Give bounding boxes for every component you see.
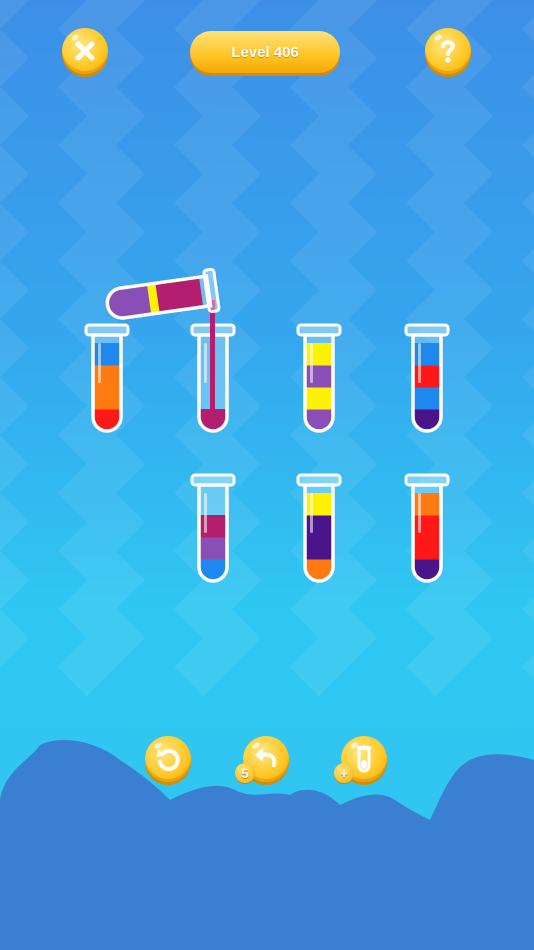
undo-count-badge: 5 (235, 763, 255, 783)
liquid-layer-magenta (199, 515, 227, 538)
liquid-layer-orange (413, 493, 441, 516)
tube-4[interactable] (404, 323, 450, 433)
tube-3[interactable] (296, 323, 342, 433)
liquid-layer-blue (413, 387, 441, 410)
liquid-layer-red (413, 537, 441, 560)
liquid-layer-yellow (305, 343, 333, 366)
liquid-layer-blue (413, 343, 441, 366)
tube-icon (357, 745, 371, 773)
tubes-layer (84, 267, 450, 583)
tube-6[interactable] (296, 473, 342, 583)
liquid-layer-orange (93, 365, 121, 388)
game-board: Level 406 5 + (0, 0, 534, 950)
undo-count: 5 (241, 765, 249, 781)
liquid-layer-purple (199, 537, 227, 560)
liquid-layer-yellow (305, 493, 333, 516)
tube-5[interactable] (190, 473, 236, 583)
add-tube-plus: + (340, 765, 348, 781)
tube-rim (296, 323, 342, 337)
tube-rim (404, 473, 450, 487)
tube-rim (404, 323, 450, 337)
liquid-layer-red (413, 515, 441, 538)
liquid-layer-indigo (305, 537, 333, 560)
restart-button[interactable] (145, 736, 191, 782)
tube-rim (190, 473, 236, 487)
tube-rim (84, 323, 130, 337)
restart-icon (157, 748, 180, 771)
tube-1[interactable] (84, 323, 130, 433)
tube-shine (204, 343, 207, 383)
undo-icon (255, 748, 277, 767)
liquid-layer-blue (93, 343, 121, 366)
tube-rim (296, 473, 342, 487)
tube-7[interactable] (404, 473, 450, 583)
liquid-layer-orange (93, 387, 121, 410)
add-tube-badge: + (334, 763, 354, 783)
tube-shine (310, 493, 313, 533)
tube-shine (310, 343, 313, 383)
pour-stream (210, 300, 215, 410)
liquid-layer-red (413, 365, 441, 388)
pouring-tube[interactable] (105, 267, 221, 326)
tube-shine (418, 493, 421, 533)
tube-shine (204, 493, 207, 533)
liquid-layer-yellow (305, 387, 333, 410)
liquid-layer-purple (305, 365, 333, 388)
liquid-layer-indigo (305, 515, 333, 538)
tube-shine (98, 343, 101, 383)
tube-shine (418, 343, 421, 383)
